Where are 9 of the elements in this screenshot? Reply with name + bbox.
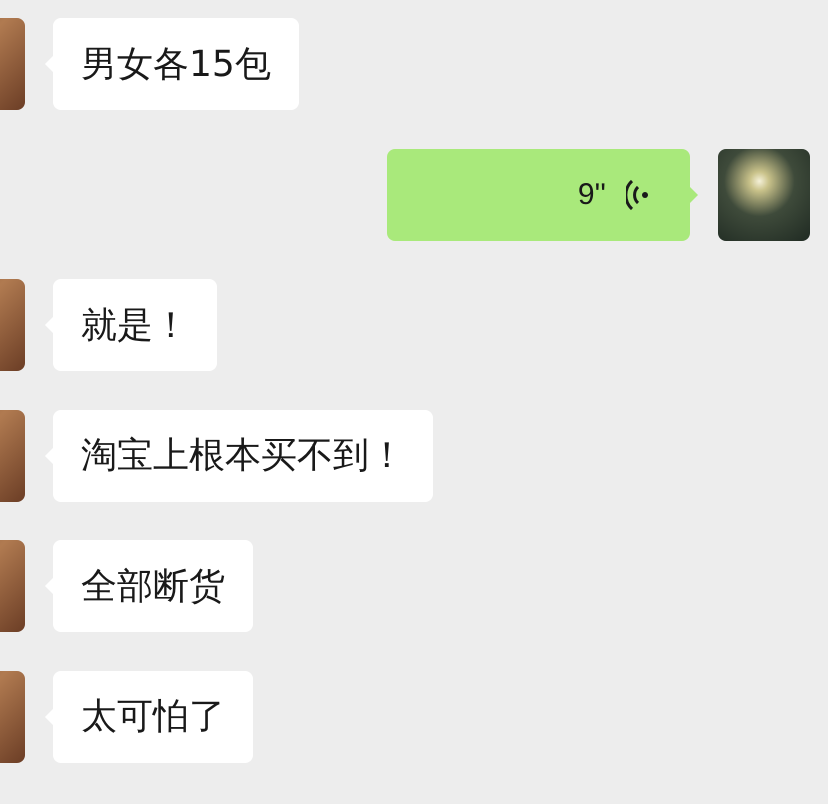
- voice-wave-icon: [626, 178, 650, 212]
- message-bubble: 淘宝上根本买不到！: [53, 410, 433, 502]
- message-bubble: 就是！: [53, 279, 217, 371]
- message-bubble: 太可怕了: [53, 670, 253, 762]
- bubble-tail: [690, 186, 698, 202]
- avatar-photo-placeholder[interactable]: [718, 148, 810, 240]
- message-bubble: 全部断货: [53, 540, 253, 632]
- voice-message-bubble[interactable]: 9'': [387, 148, 690, 240]
- message-bubble: 男女各15包: [53, 18, 299, 110]
